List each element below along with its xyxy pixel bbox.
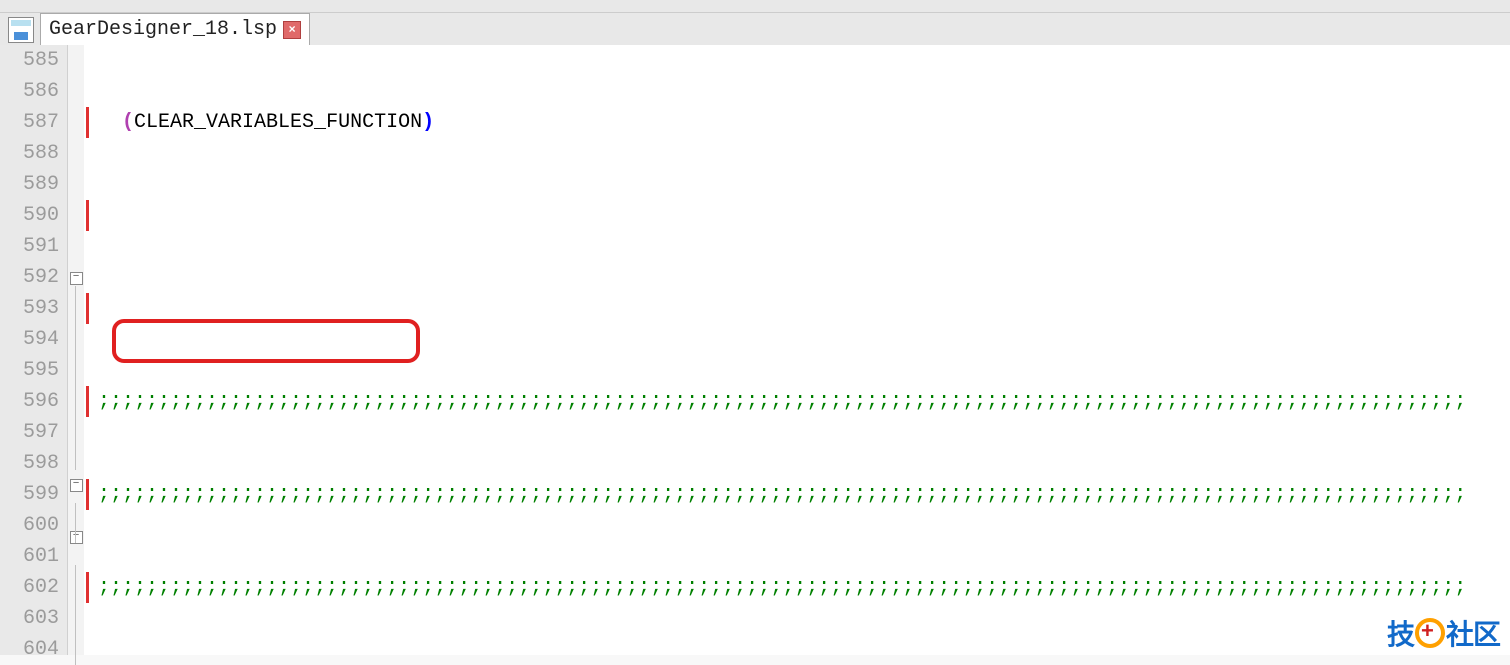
fold-toggle-icon[interactable]: − [70, 531, 83, 544]
line-number: 599 [0, 479, 59, 510]
code-line [86, 293, 1510, 324]
fold-toggle-icon[interactable]: − [70, 479, 83, 492]
file-tab[interactable]: GearDesigner_18.lsp × [40, 13, 310, 45]
line-number: 602 [0, 572, 59, 603]
line-number: 604 [0, 634, 59, 665]
fold-column: − − − [68, 45, 84, 655]
code-area[interactable]: (CLEAR_VARIABLES_FUNCTION) ;;;;;;;;;;;;;… [84, 45, 1510, 655]
code-line: ;;;;;;;;;;;;;;;;;;;;;;;;;;;;;;;;;;;;;;;;… [86, 479, 1510, 510]
line-number: 586 [0, 76, 59, 107]
line-number: 597 [0, 417, 59, 448]
line-number: 593 [0, 293, 59, 324]
line-number-gutter: 5855865875885895905915925935945955965975… [0, 45, 68, 655]
close-icon[interactable]: × [283, 21, 301, 39]
line-number: 594 [0, 324, 59, 355]
code-line: (CLEAR_VARIABLES_FUNCTION) [86, 107, 1510, 138]
line-number: 603 [0, 603, 59, 634]
line-number: 587 [0, 107, 59, 138]
line-number: 598 [0, 448, 59, 479]
line-number: 601 [0, 541, 59, 572]
watermark-logo: 技社区 [1387, 613, 1500, 653]
fold-toggle-icon[interactable]: − [70, 272, 83, 285]
tab-filename: GearDesigner_18.lsp [49, 18, 277, 41]
fold-guide [75, 565, 76, 665]
line-number: 591 [0, 231, 59, 262]
fold-guide [75, 286, 76, 470]
code-line: ;;;;;;;;;;;;;;;;;;;;;;;;;;;;;;;;;;;;;;;;… [86, 572, 1510, 603]
fold-guide [75, 503, 76, 543]
line-number: 600 [0, 510, 59, 541]
line-number: 585 [0, 45, 59, 76]
code-line: ;;;;;;;;;;;;;;;;;;;;;;;;;;;;;;;;;;;;;;;;… [86, 386, 1510, 417]
tab-bar: GearDesigner_18.lsp × [0, 13, 1510, 45]
line-number: 588 [0, 138, 59, 169]
line-number: 596 [0, 386, 59, 417]
window-top-strip [0, 0, 1510, 13]
code-editor[interactable]: 5855865875885895905915925935945955965975… [0, 45, 1510, 655]
code-line [86, 200, 1510, 231]
save-icon[interactable] [8, 17, 34, 43]
line-number: 592 [0, 262, 59, 293]
annotation-highlight [112, 319, 420, 363]
line-number: 590 [0, 200, 59, 231]
line-number: 589 [0, 169, 59, 200]
line-number: 595 [0, 355, 59, 386]
